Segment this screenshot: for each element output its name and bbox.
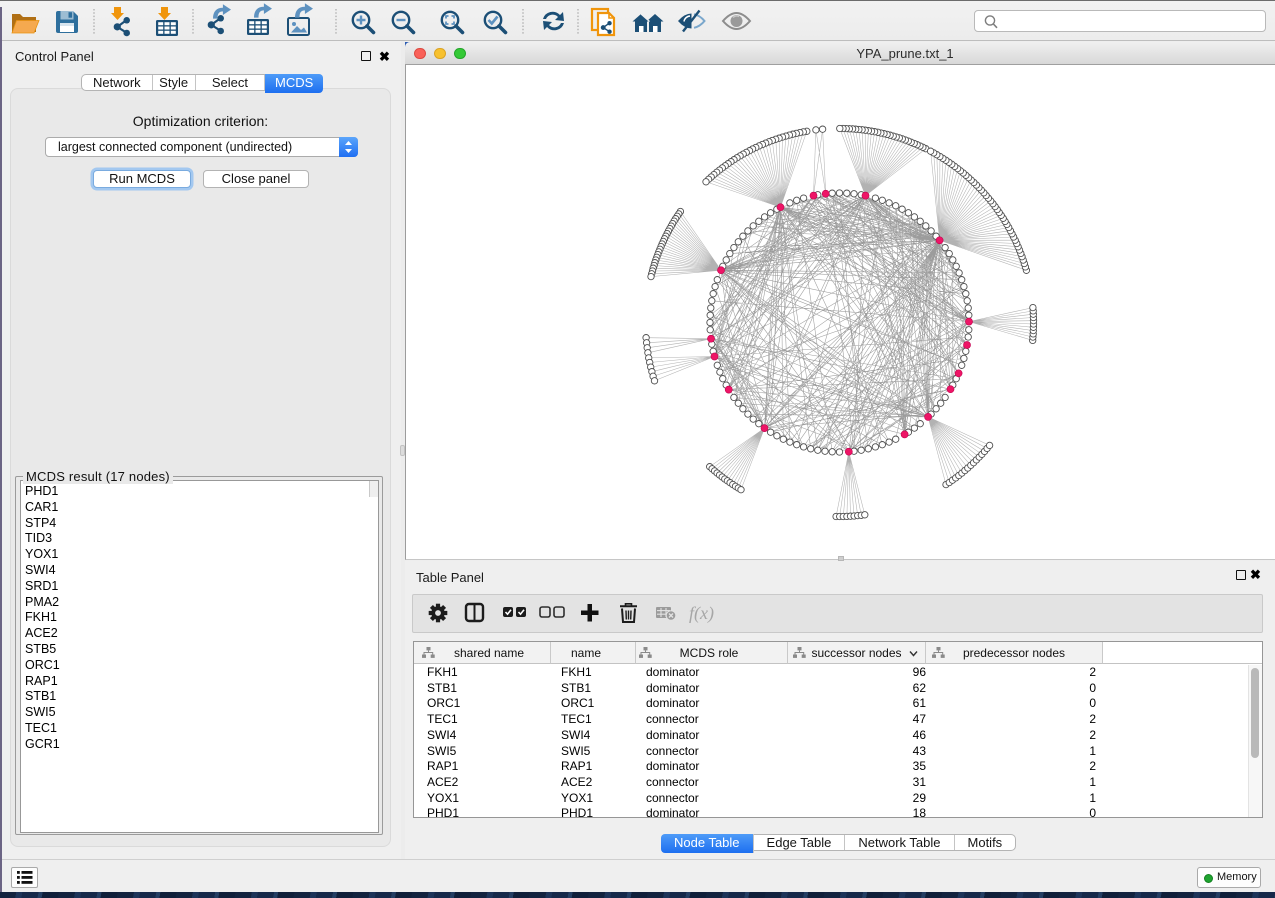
svg-text:f(x): f(x): [689, 603, 714, 624]
